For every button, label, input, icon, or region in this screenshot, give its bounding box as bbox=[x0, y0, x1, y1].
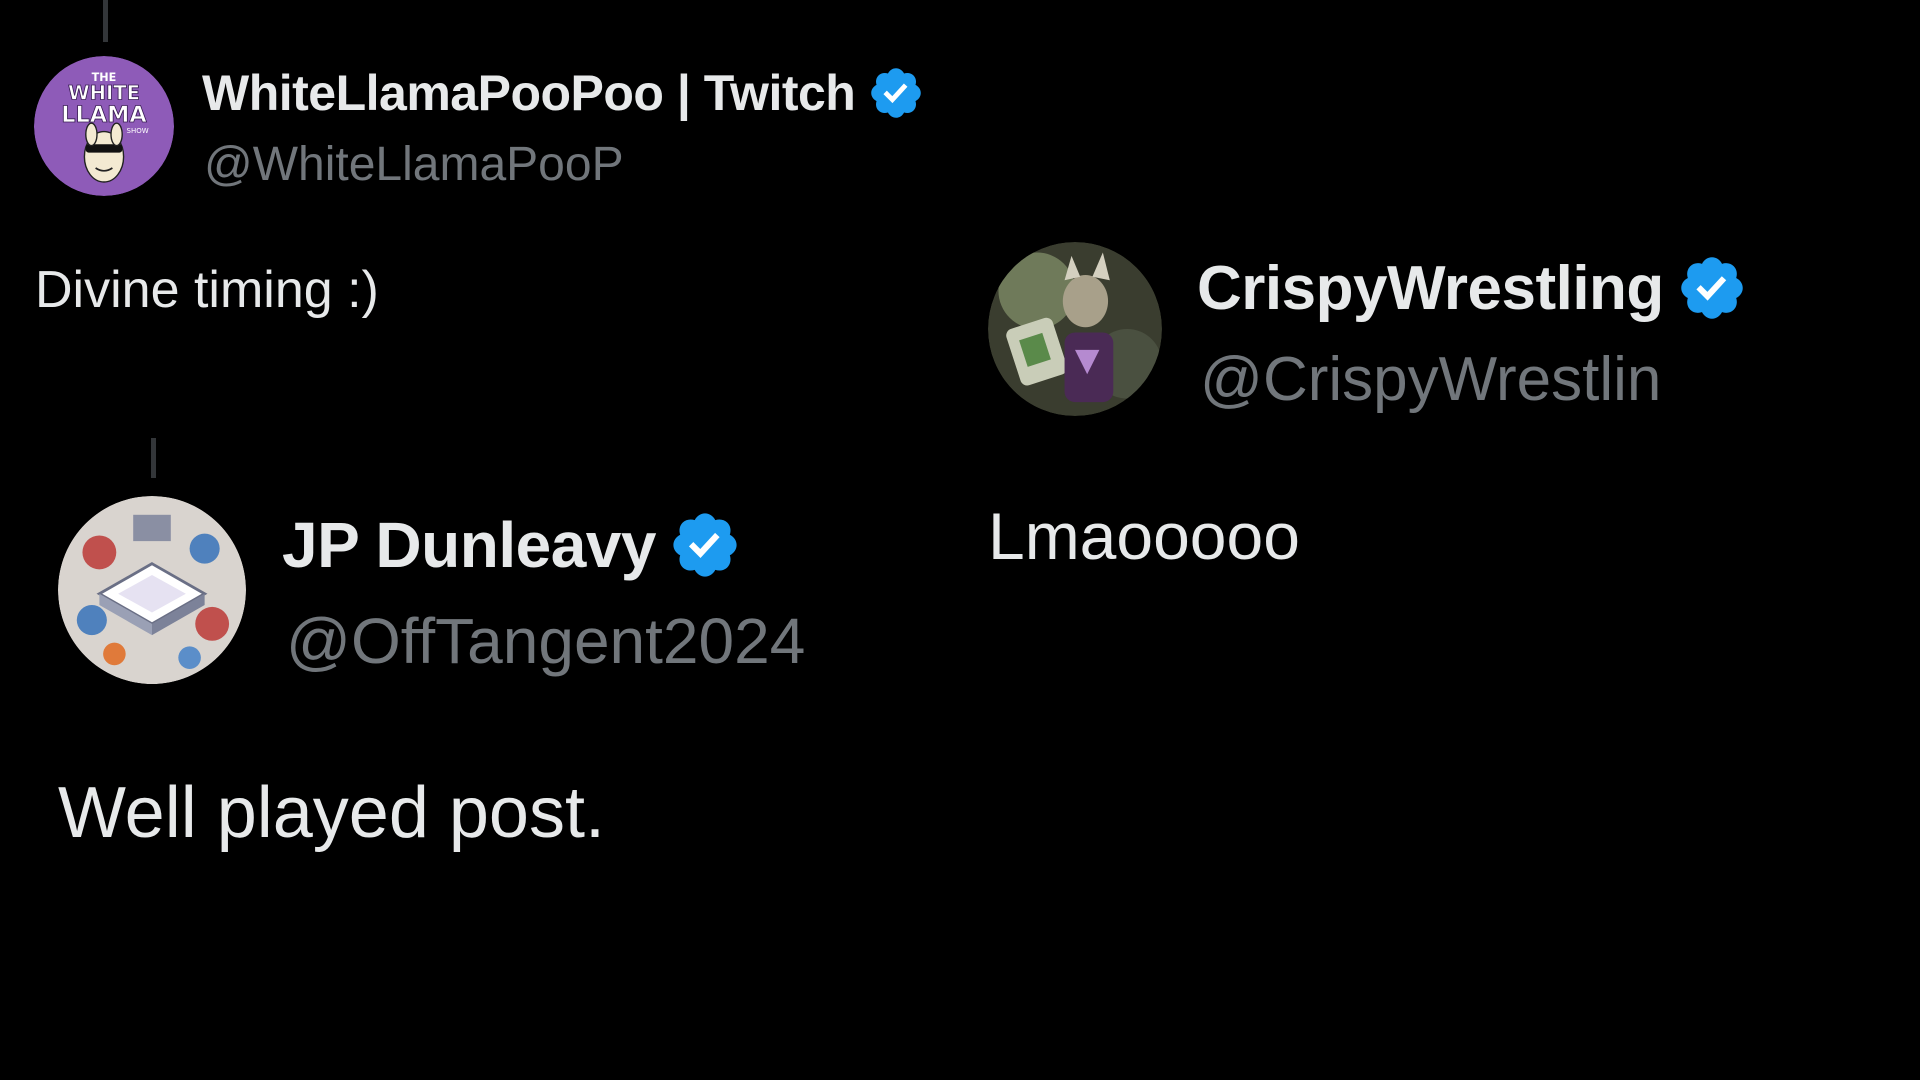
verified-badge-icon[interactable] bbox=[668, 508, 742, 582]
svg-text:SHOW: SHOW bbox=[127, 127, 149, 135]
avatar[interactable] bbox=[988, 242, 1162, 416]
wrestler-photo-avatar-icon bbox=[988, 242, 1162, 416]
post-text: Lmaooooo bbox=[988, 499, 1300, 573]
display-name[interactable]: WhiteLlamaPooPoo | Twitch bbox=[202, 64, 856, 122]
display-name[interactable]: CrispyWrestling bbox=[1197, 253, 1664, 324]
avatar[interactable]: THE WHITE LLAMA SHOW bbox=[34, 56, 174, 196]
avatar[interactable] bbox=[58, 496, 246, 684]
isometric-illustration-avatar-icon bbox=[58, 496, 246, 684]
author-name-row[interactable]: JP Dunleavy bbox=[282, 508, 742, 582]
user-handle[interactable]: @CrispyWrestlin bbox=[1200, 344, 1661, 415]
white-llama-show-logo-icon: THE WHITE LLAMA SHOW bbox=[34, 56, 174, 196]
svg-text:LLAMA: LLAMA bbox=[61, 102, 147, 128]
thread-connector-line bbox=[103, 0, 108, 42]
user-handle[interactable]: @WhiteLlamaPooP bbox=[204, 137, 624, 192]
verified-badge-icon[interactable] bbox=[1676, 252, 1748, 324]
author-name-row[interactable]: CrispyWrestling bbox=[1197, 252, 1748, 324]
author-name-row[interactable]: WhiteLlamaPooPoo | Twitch bbox=[202, 64, 925, 122]
post-text: Well played post. bbox=[58, 773, 605, 853]
post-text: Divine timing :) bbox=[35, 261, 379, 319]
thread-connector-line bbox=[151, 438, 156, 478]
display-name[interactable]: JP Dunleavy bbox=[282, 508, 656, 582]
verified-badge-icon[interactable] bbox=[867, 64, 925, 122]
user-handle[interactable]: @OffTangent2024 bbox=[286, 604, 805, 678]
